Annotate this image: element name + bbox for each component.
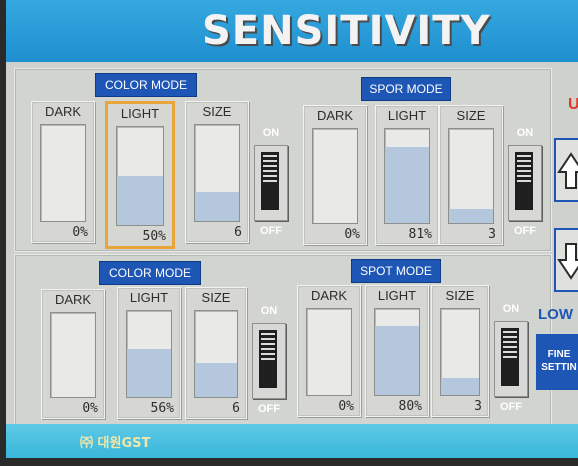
level-bar — [374, 308, 420, 396]
level-fill — [449, 208, 493, 223]
toggle-off-label: OFF — [260, 225, 282, 237]
size-card[interactable]: SIZE 3 — [439, 105, 503, 245]
card-value: 56% — [150, 401, 174, 416]
card-value: 3 — [488, 227, 496, 242]
spot-mode-toggle[interactable]: ON OFF — [491, 303, 531, 413]
card-label: DARK — [54, 292, 92, 307]
company-logo: ㈜ 대원GST — [80, 436, 151, 451]
toggle-switch[interactable] — [252, 323, 286, 399]
card-label: SIZE — [445, 288, 475, 303]
low-label: LOW — [538, 306, 573, 323]
level-bar — [40, 124, 86, 222]
card-value: 0% — [338, 399, 354, 414]
level-fill — [195, 362, 237, 397]
arrow-down-icon — [557, 243, 578, 280]
light-card[interactable]: LIGHT 56% — [117, 287, 181, 419]
toggle-on-label: ON — [516, 127, 534, 139]
page-title: SENSITIVITY — [202, 8, 491, 54]
spot-mode-label: SPOR MODE — [361, 77, 451, 101]
level-bar — [194, 124, 240, 222]
card-label: SIZE — [456, 108, 486, 123]
card-label: DARK — [316, 108, 354, 123]
color-mode-toggle[interactable]: ON OFF — [249, 305, 289, 415]
color-mode-label: COLOR MODE — [99, 261, 201, 285]
toggle-switch[interactable] — [494, 321, 528, 397]
setting-label: SETTIN — [541, 362, 577, 373]
card-value: 50% — [142, 229, 166, 244]
size-card[interactable]: SIZE 3 — [431, 285, 489, 417]
card-value: 80% — [398, 399, 422, 414]
card-label: DARK — [44, 104, 82, 119]
toggle-off-label: OFF — [500, 401, 522, 413]
level-bar — [194, 310, 238, 398]
level-bar — [50, 312, 96, 398]
arrow-up-icon — [557, 152, 578, 189]
toggle-off-label: OFF — [514, 225, 536, 237]
toggle-on-label: ON — [260, 305, 278, 317]
color-mode-label: COLOR MODE — [95, 73, 197, 97]
card-label: LIGHT — [129, 290, 169, 305]
card-label: LIGHT — [377, 288, 417, 303]
dark-card[interactable]: DARK 0% — [31, 101, 95, 243]
size-card[interactable]: SIZE 6 — [185, 101, 249, 243]
level-fill — [385, 146, 429, 223]
toggle-switch[interactable] — [254, 145, 288, 221]
card-value: 0% — [82, 401, 98, 416]
card-label: LIGHT — [387, 108, 427, 123]
level-bar — [448, 128, 494, 224]
card-value: 6 — [232, 401, 240, 416]
card-value: 0% — [72, 225, 88, 240]
light-card[interactable]: LIGHT 80% — [365, 285, 429, 417]
level-fill — [195, 192, 239, 221]
toggle-on-label: ON — [502, 303, 520, 315]
spot-mode-toggle[interactable]: ON OFF — [505, 127, 545, 237]
top-panel: COLOR MODE DARK 0% LIGHT 50% SIZE 6 ON O… — [14, 68, 552, 252]
card-label: SIZE — [201, 290, 231, 305]
sensitivity-screen: SENSITIVITY COLOR MODE DARK 0% LIGHT 50%… — [6, 0, 578, 458]
level-fill — [117, 176, 163, 225]
level-fill — [441, 377, 479, 395]
card-value: 81% — [408, 227, 432, 242]
up-label: U — [568, 96, 578, 113]
level-fill — [375, 326, 419, 395]
level-bar — [116, 126, 164, 226]
side-controls: U LOW FINE SETTIN — [536, 68, 578, 428]
fine-setting-button[interactable]: FINE SETTIN — [536, 334, 578, 390]
toggle-off-label: OFF — [258, 403, 280, 415]
level-fill — [127, 348, 171, 397]
level-bar — [306, 308, 352, 396]
level-bar — [384, 128, 430, 224]
color-mode-toggle[interactable]: ON OFF — [251, 127, 291, 237]
size-card[interactable]: SIZE 6 — [185, 287, 247, 419]
card-value: 3 — [474, 399, 482, 414]
card-label: DARK — [310, 288, 348, 303]
level-bar — [126, 310, 172, 398]
footer-bar: ㈜ 대원GST — [6, 424, 578, 458]
dark-card[interactable]: DARK 0% — [303, 105, 367, 245]
title-bar: SENSITIVITY — [6, 0, 578, 62]
toggle-on-label: ON — [262, 127, 280, 139]
arrow-up-button[interactable] — [554, 138, 578, 202]
dark-card[interactable]: DARK 0% — [297, 285, 361, 417]
card-value: 0% — [344, 227, 360, 242]
spot-mode-label: SPOT MODE — [351, 259, 441, 283]
bottom-panel: COLOR MODE DARK 0% LIGHT 56% SIZE 6 ON O… — [14, 254, 552, 426]
light-card[interactable]: LIGHT 81% — [375, 105, 439, 245]
dark-card[interactable]: DARK 0% — [41, 289, 105, 419]
card-label: LIGHT — [120, 106, 160, 121]
level-bar — [440, 308, 480, 396]
fine-label: FINE — [547, 349, 571, 360]
card-label: SIZE — [202, 104, 232, 119]
card-value: 6 — [234, 225, 242, 240]
toggle-switch[interactable] — [508, 145, 542, 221]
light-card[interactable]: LIGHT 50% — [105, 101, 175, 249]
level-bar — [312, 128, 358, 224]
arrow-down-button[interactable] — [554, 228, 578, 292]
